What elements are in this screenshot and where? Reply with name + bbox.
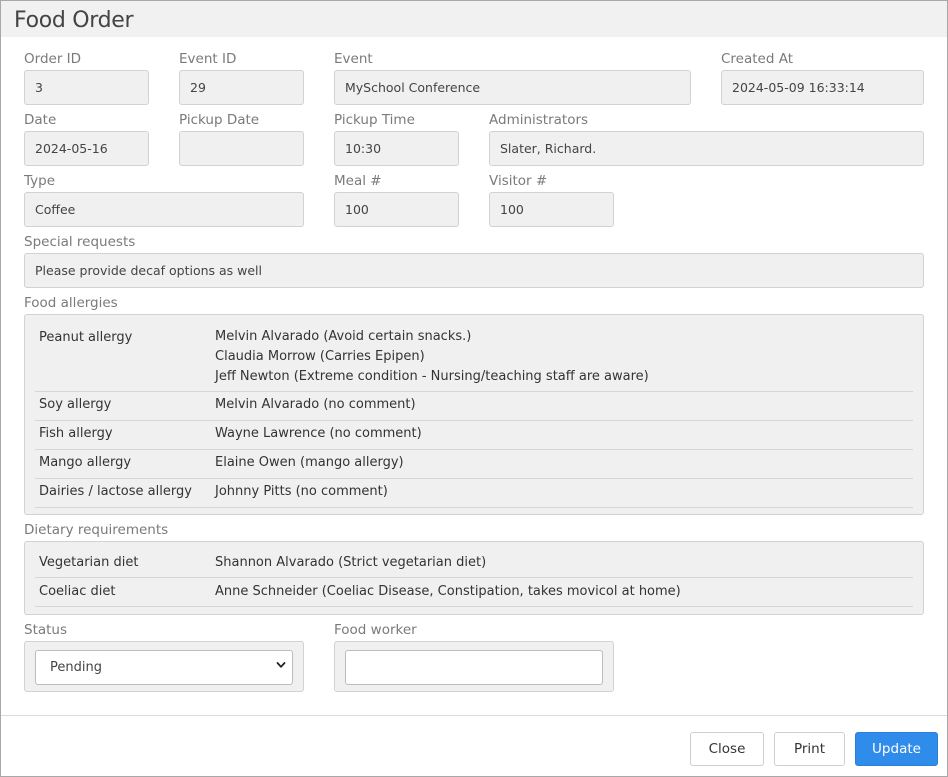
footer-divider — [1, 715, 947, 716]
food-order-dialog: Food Order Order ID 3 Event ID 29 Event … — [0, 0, 948, 777]
status-select[interactable]: Pending — [35, 650, 293, 685]
title-bar: Food Order — [1, 1, 947, 37]
dietary-requirements-label: Dietary requirements — [24, 522, 169, 538]
allergy-name: Fish allergy — [39, 426, 113, 441]
created-at-field: 2024-05-09 16:33:14 — [721, 70, 924, 105]
diet-name: Vegetarian diet — [39, 555, 139, 570]
event-label: Event — [334, 51, 373, 67]
meal-count-label: Meal # — [334, 173, 382, 189]
table-row: Soy allergy Melvin Alvarado (no comment) — [35, 392, 913, 421]
food-worker-input[interactable] — [345, 650, 603, 685]
order-id-field: 3 — [24, 70, 149, 105]
status-selected-value: Pending — [50, 660, 102, 675]
date-field: 2024-05-16 — [24, 131, 149, 166]
event-id-field: 29 — [179, 70, 304, 105]
allergy-person: Johnny Pitts (no comment) — [215, 484, 388, 499]
food-allergies-panel: Peanut allergy Melvin Alvarado (Avoid ce… — [24, 314, 924, 515]
event-field: MySchool Conference — [334, 70, 691, 105]
meal-count-field: 100 — [334, 192, 459, 227]
food-allergies-label: Food allergies — [24, 295, 118, 311]
table-row: Mango allergy Elaine Owen (mango allergy… — [35, 450, 913, 479]
allergy-person: Elaine Owen (mango allergy) — [215, 455, 404, 470]
close-button[interactable]: Close — [690, 732, 764, 766]
table-row: Vegetarian diet Shannon Alvarado (Strict… — [35, 549, 913, 578]
date-label: Date — [24, 112, 57, 128]
table-row: Coeliac diet Anne Schneider (Coeliac Dis… — [35, 578, 913, 607]
allergy-person: Claudia Morrow (Carries Epipen) — [215, 349, 425, 364]
special-requests-field: Please provide decaf options as well — [24, 253, 924, 288]
status-label: Status — [24, 622, 68, 638]
pickup-time-field: 10:30 — [334, 131, 459, 166]
table-row: Peanut allergy Melvin Alvarado (Avoid ce… — [35, 321, 913, 392]
diet-person: Shannon Alvarado (Strict vegetarian diet… — [215, 555, 487, 570]
created-at-label: Created At — [721, 51, 794, 67]
diet-name: Coeliac diet — [39, 584, 116, 599]
diet-person: Anne Schneider (Coeliac Disease, Constip… — [215, 584, 681, 599]
allergy-name: Mango allergy — [39, 455, 132, 470]
food-worker-panel — [334, 641, 614, 692]
chevron-down-icon — [276, 662, 286, 668]
pickup-time-label: Pickup Time — [334, 112, 415, 128]
allergy-name: Dairies / lactose allergy — [39, 484, 192, 499]
food-worker-label: Food worker — [334, 622, 417, 638]
type-field: Coffee — [24, 192, 304, 227]
allergy-person: Wayne Lawrence (no comment) — [215, 426, 422, 441]
print-button[interactable]: Print — [774, 732, 845, 766]
type-label: Type — [24, 173, 56, 189]
allergy-name: Peanut allergy — [39, 330, 133, 345]
visitor-count-label: Visitor # — [489, 173, 548, 189]
allergy-person: Melvin Alvarado (no comment) — [215, 397, 416, 412]
order-id-label: Order ID — [24, 51, 82, 67]
table-row: Fish allergy Wayne Lawrence (no comment) — [35, 421, 913, 450]
update-button[interactable]: Update — [855, 732, 938, 766]
table-row: Dairies / lactose allergy Johnny Pitts (… — [35, 479, 913, 508]
special-requests-label: Special requests — [24, 234, 136, 250]
allergy-person: Jeff Newton (Extreme condition - Nursing… — [215, 369, 649, 384]
dialog-title: Food Order — [14, 8, 134, 33]
event-id-label: Event ID — [179, 51, 237, 67]
dietary-requirements-panel: Vegetarian diet Shannon Alvarado (Strict… — [24, 541, 924, 615]
allergy-name: Soy allergy — [39, 397, 112, 412]
pickup-date-field — [179, 131, 304, 166]
administrators-label: Administrators — [489, 112, 589, 128]
administrators-field: Slater, Richard. — [489, 131, 924, 166]
status-panel: Pending — [24, 641, 304, 692]
pickup-date-label: Pickup Date — [179, 112, 260, 128]
allergy-person: Melvin Alvarado (Avoid certain snacks.) — [215, 329, 472, 344]
visitor-count-field: 100 — [489, 192, 614, 227]
